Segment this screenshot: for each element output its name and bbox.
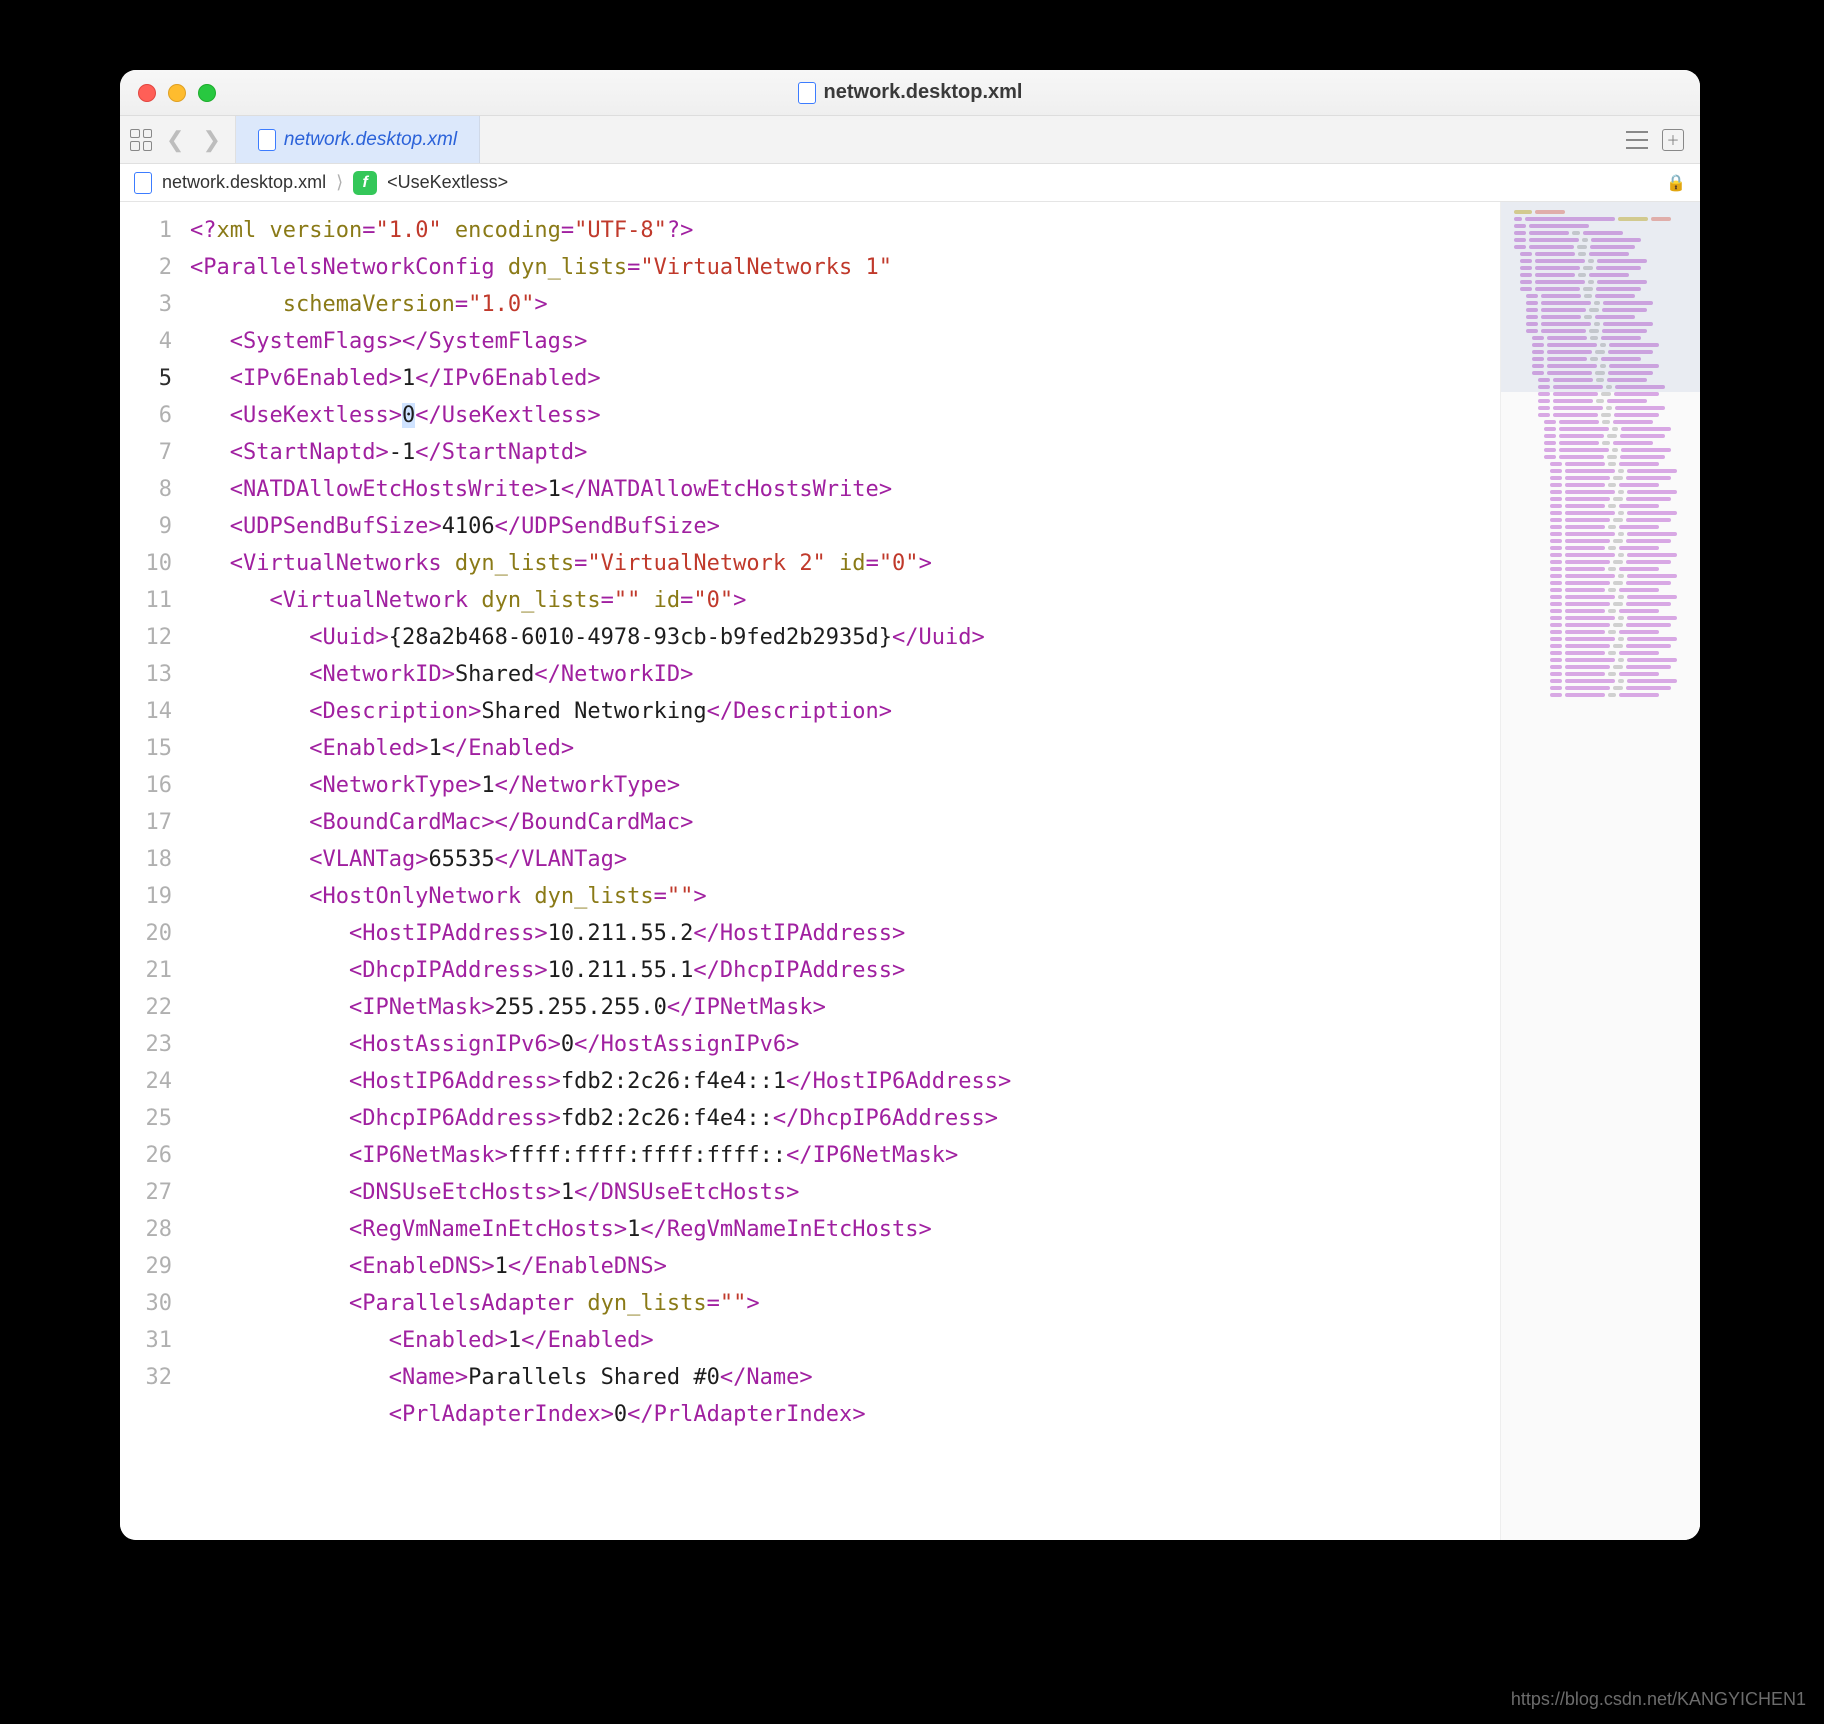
minimize-button[interactable]	[168, 84, 186, 102]
tab-active[interactable]: network.desktop.xml	[236, 116, 480, 163]
window-title-text: network.desktop.xml	[824, 81, 1023, 104]
add-editor-icon[interactable]: ＋	[1662, 129, 1684, 151]
watermark-text: https://blog.csdn.net/KANGYICHEN1	[1511, 1689, 1806, 1710]
function-badge-icon: f	[353, 171, 377, 195]
lock-icon: 🔒	[1666, 173, 1686, 193]
toolbar: ❮ ❯ network.desktop.xml ＋	[120, 116, 1700, 164]
document-outline-icon[interactable]	[1626, 131, 1648, 149]
chevron-right-icon: ⟩	[336, 172, 343, 193]
minimap-viewport[interactable]	[1501, 202, 1700, 392]
maximize-button[interactable]	[198, 84, 216, 102]
editor-body: 1234567891011121314151617181920212223242…	[120, 202, 1700, 1540]
file-icon	[258, 129, 276, 151]
nav-back-button[interactable]: ❮	[162, 127, 188, 153]
file-icon	[134, 172, 152, 194]
window-title: network.desktop.xml	[120, 81, 1700, 104]
breadcrumb-symbol[interactable]: <UseKextless>	[387, 172, 508, 193]
navigator-grid-icon[interactable]	[130, 129, 152, 151]
nav-forward-button[interactable]: ❯	[198, 127, 224, 153]
tab-label: network.desktop.xml	[284, 129, 457, 151]
window-controls	[120, 84, 216, 102]
line-gutter: 1234567891011121314151617181920212223242…	[120, 202, 182, 1540]
breadcrumb: network.desktop.xml ⟩ f <UseKextless> 🔒	[120, 164, 1700, 202]
editor-window: network.desktop.xml ❮ ❯ network.desktop.…	[120, 70, 1700, 1540]
code-area[interactable]: <?xml version="1.0" encoding="UTF-8"?><P…	[182, 202, 1500, 1540]
titlebar: network.desktop.xml	[120, 70, 1700, 116]
close-button[interactable]	[138, 84, 156, 102]
minimap[interactable]	[1500, 202, 1700, 1540]
breadcrumb-file[interactable]: network.desktop.xml	[162, 172, 326, 193]
file-icon	[798, 82, 816, 104]
